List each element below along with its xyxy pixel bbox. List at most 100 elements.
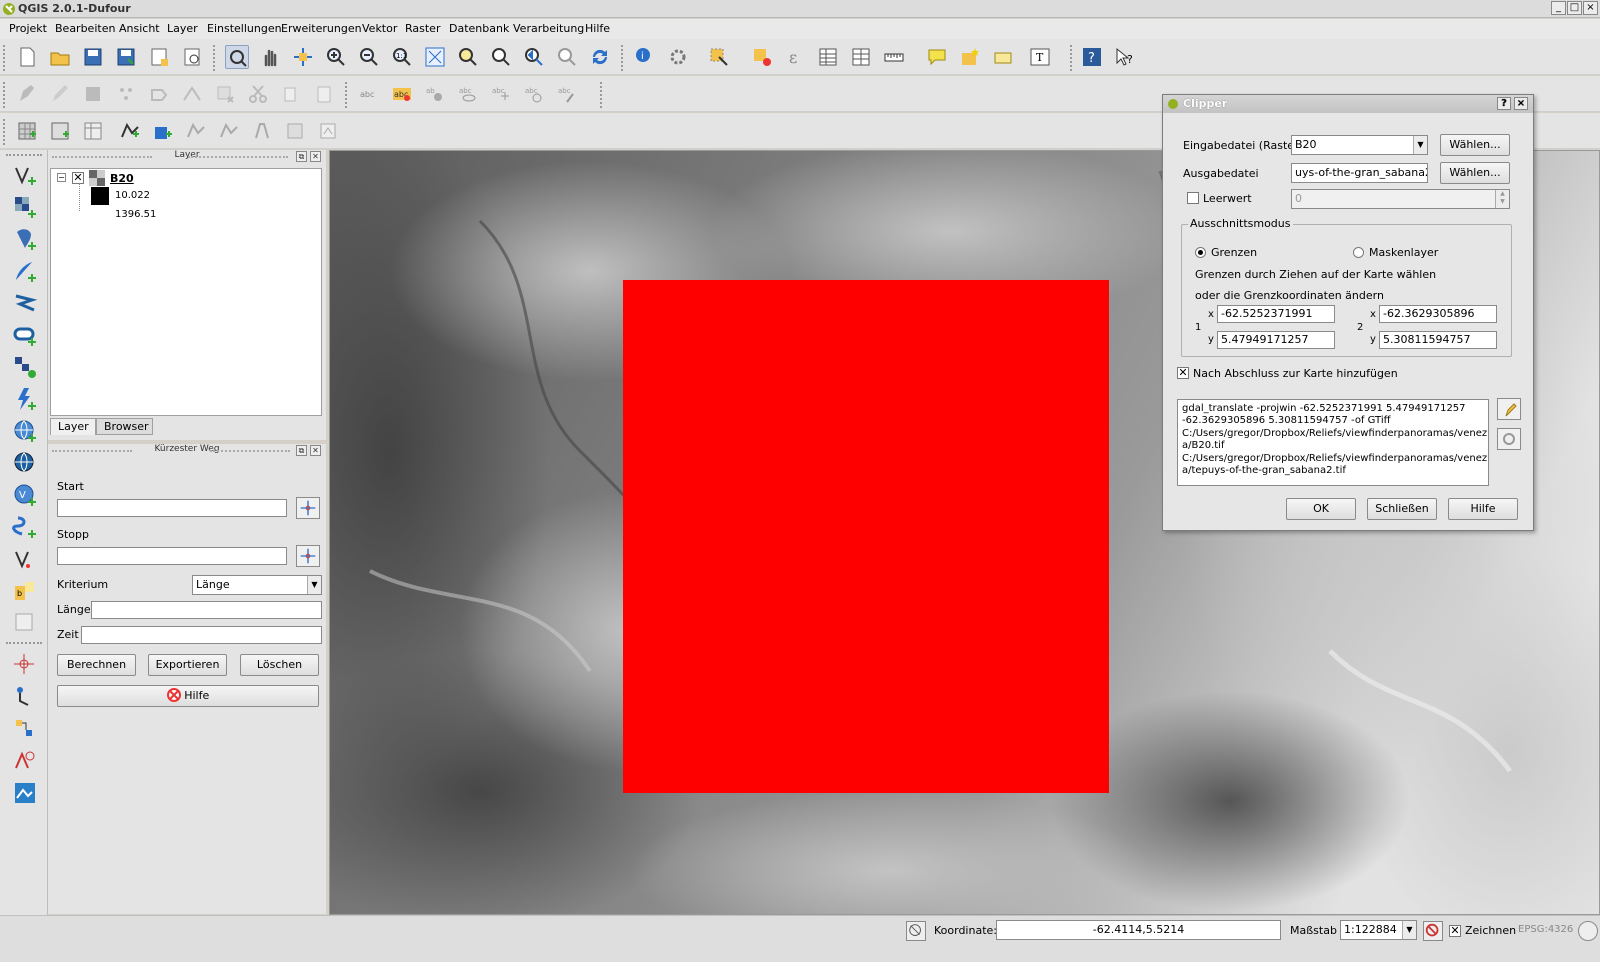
close-panel-button[interactable]: ✕	[310, 445, 321, 456]
toggle-editing-icon[interactable]	[15, 82, 39, 106]
label-highlight-icon[interactable]: abc	[390, 82, 414, 106]
pencil-icon[interactable]	[48, 82, 72, 106]
pick-start-button[interactable]	[296, 497, 320, 519]
move-label-icon[interactable]: abc	[489, 82, 513, 106]
show-hide-label-icon[interactable]: abc	[456, 82, 480, 106]
dialog-help-button[interactable]: ?	[1497, 97, 1511, 110]
toolbar-grip[interactable]	[3, 82, 7, 108]
pan-hand-icon[interactable]	[258, 45, 282, 69]
georeferencer-crosshair-icon[interactable]	[12, 652, 38, 678]
add-mssql-icon[interactable]	[12, 290, 38, 316]
help-button[interactable]: Hilfe	[1448, 498, 1518, 520]
add-feature-icon[interactable]	[114, 82, 138, 106]
toolbar-grip[interactable]	[3, 45, 7, 71]
composer-manager-icon[interactable]	[180, 45, 204, 69]
toolbar-grip[interactable]	[345, 82, 349, 108]
route-start-icon[interactable]	[12, 684, 38, 710]
menu-vektor[interactable]: Vektor	[362, 22, 397, 35]
menu-layer[interactable]: Layer	[167, 22, 198, 35]
menu-ansicht[interactable]: Ansicht	[119, 22, 160, 35]
tab-layer[interactable]: Layer	[50, 418, 96, 435]
mode-extent-radio[interactable]	[1195, 247, 1206, 258]
export-button[interactable]: Exportieren	[148, 654, 227, 676]
zoom-last-icon[interactable]	[522, 45, 546, 69]
add-table-icon[interactable]	[81, 119, 105, 143]
close-window-button[interactable]: ×	[1583, 1, 1598, 15]
delete-selected-icon[interactable]	[213, 82, 237, 106]
add-vector-layer-icon[interactable]	[118, 119, 142, 143]
zoom-to-selection-icon[interactable]	[489, 45, 513, 69]
output-file-input[interactable]: uys-of-the-gran_sabana2.tif	[1291, 163, 1428, 183]
new-shapefile-icon[interactable]	[316, 119, 340, 143]
minimize-button[interactable]: _	[1551, 1, 1566, 15]
copy-features-icon[interactable]	[279, 82, 303, 106]
zoom-full-icon[interactable]	[423, 45, 447, 69]
route-nodes-icon[interactable]	[12, 716, 38, 742]
float-panel-button[interactable]: ⧉	[296, 445, 307, 456]
new-blank-layer-icon[interactable]	[12, 610, 38, 636]
add-wms-icon[interactable]	[184, 119, 208, 143]
maximize-button[interactable]: □	[1567, 1, 1582, 15]
toolbar-grip[interactable]	[6, 154, 42, 158]
refresh-icon[interactable]	[588, 45, 612, 69]
stop-input[interactable]	[57, 547, 287, 565]
toolbar-grip[interactable]	[1070, 45, 1074, 71]
move-feature-icon[interactable]	[147, 82, 171, 106]
menu-erweiterungen[interactable]: Erweiterungen	[281, 22, 362, 35]
add-raster-icon[interactable]	[12, 194, 38, 220]
deselect-icon[interactable]	[750, 45, 774, 69]
scale-select[interactable]: 1:122884 ▼	[1340, 920, 1417, 940]
expression-epsilon-icon[interactable]: ε	[783, 45, 807, 69]
spin-arrows-icon[interactable]: ▲ ▼	[1495, 190, 1509, 208]
pick-stop-button[interactable]	[296, 545, 320, 567]
toolbar-grip[interactable]	[621, 45, 625, 71]
length-output[interactable]	[91, 601, 322, 619]
new-spatialite-layer-icon[interactable]: b	[12, 578, 38, 604]
add-db2-icon[interactable]	[12, 354, 38, 380]
stop-render-icon[interactable]	[1423, 921, 1443, 941]
measure-icon[interactable]	[882, 45, 906, 69]
layers-panel-header[interactable]: Layer ⧉ ✕	[48, 150, 326, 164]
add-wfs-icon[interactable]	[217, 119, 241, 143]
shortest-path-header[interactable]: Kürzester Weg ⧉ ✕	[48, 444, 326, 458]
label-abc-icon[interactable]: abc	[357, 82, 381, 106]
add-spatialite-icon[interactable]	[151, 119, 175, 143]
add-delimited-icon[interactable]	[250, 119, 274, 143]
show-bookmarks-icon[interactable]	[991, 45, 1015, 69]
crs-label[interactable]: EPSG:4326	[1518, 924, 1573, 935]
whats-this-icon[interactable]: ?	[1113, 45, 1137, 69]
menu-hilfe[interactable]: Hilfe	[585, 22, 610, 35]
menu-einstellungen[interactable]: Einstellungen	[207, 22, 282, 35]
layer-tree[interactable]: − ✕ B20 10.022 1396.51	[50, 168, 322, 416]
toolbar-grip[interactable]	[213, 45, 217, 71]
layer-visibility-checkbox[interactable]: ✕	[72, 172, 84, 184]
float-panel-button[interactable]: ⧉	[296, 151, 307, 162]
zoom-to-layer-icon[interactable]	[456, 45, 480, 69]
toggle-extents-icon[interactable]	[906, 921, 926, 941]
field-calculator-icon[interactable]	[849, 45, 873, 69]
add-delimited-text-icon[interactable]	[12, 514, 38, 540]
input-file-select[interactable]: B20 ▼	[1291, 135, 1428, 155]
add-wfs-globe-icon[interactable]: V	[12, 482, 38, 508]
calculate-button[interactable]: Berechnen	[57, 654, 136, 676]
select-output-button[interactable]: Wählen...	[1440, 162, 1510, 184]
save-project-icon[interactable]	[81, 45, 105, 69]
x2-input[interactable]: -62.3629305896	[1379, 305, 1497, 323]
save-as-icon[interactable]	[114, 45, 138, 69]
messages-icon[interactable]	[1578, 921, 1598, 941]
add-postgis-icon[interactable]	[12, 226, 38, 252]
y2-input[interactable]: 5.30811594757	[1379, 331, 1497, 349]
text-annotation-icon[interactable]: T	[1028, 45, 1052, 69]
add-oracle-db-icon[interactable]	[12, 322, 38, 348]
menu-projekt[interactable]: Projekt	[9, 22, 47, 35]
reset-command-button[interactable]	[1497, 428, 1521, 450]
add-raster-layer-icon[interactable]	[15, 119, 39, 143]
add-wms-lightning-icon[interactable]	[12, 386, 38, 412]
dialog-close-button[interactable]: ×	[1514, 97, 1528, 110]
map-tips-icon[interactable]	[925, 45, 949, 69]
help-contents-icon[interactable]: ?	[1080, 45, 1104, 69]
edit-command-button[interactable]	[1497, 398, 1521, 420]
coordinate-field[interactable]: -62.4114,5.5214	[996, 920, 1281, 940]
toolbar-grip[interactable]	[3, 119, 7, 145]
add-wms-globe-icon[interactable]	[12, 418, 38, 444]
